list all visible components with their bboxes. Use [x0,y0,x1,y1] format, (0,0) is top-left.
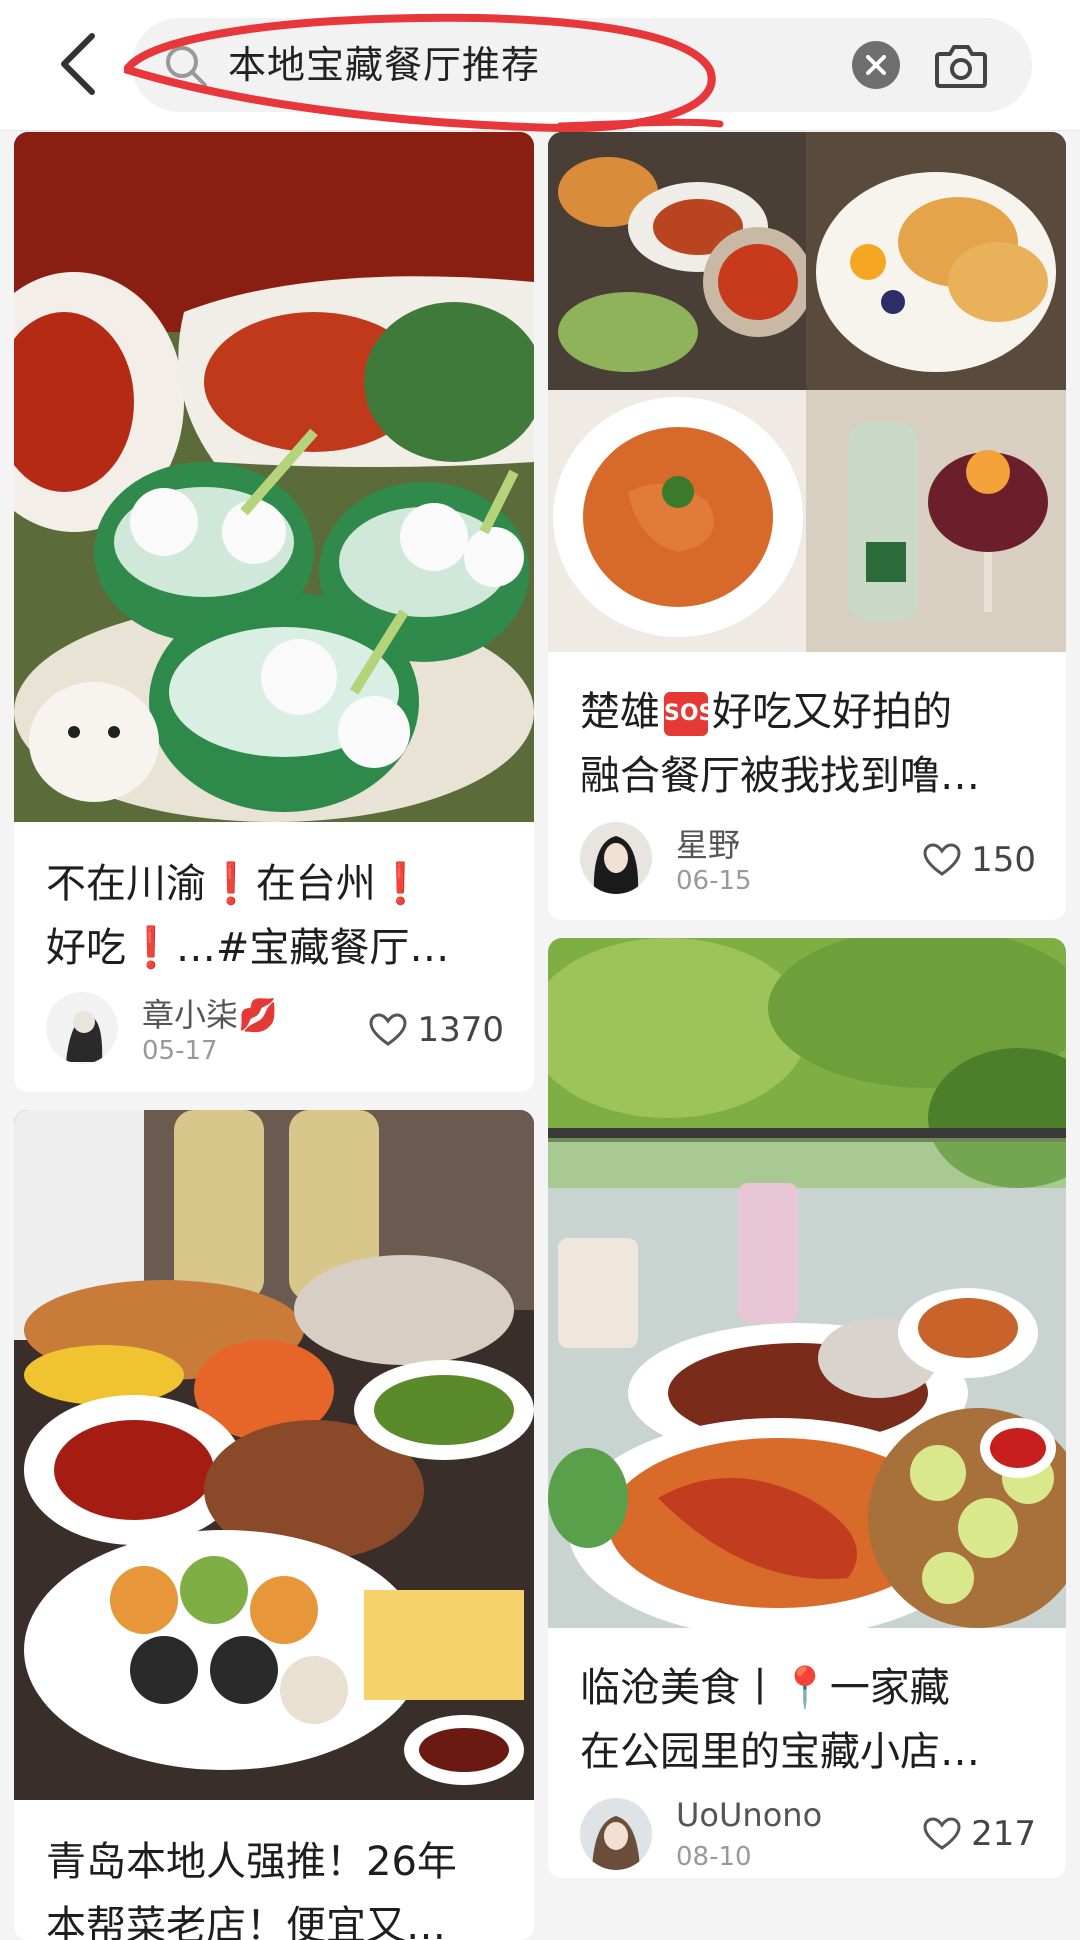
exclamation-mark: ❗ [206,861,256,907]
title-text: 临沧美食丨 [580,1665,780,1711]
heart-outline-icon [923,843,961,876]
like-count: 217 [971,1814,1036,1854]
search-header: 本地宝藏餐厅推荐 [0,0,1080,131]
lips-emoji: 💋 [238,996,278,1034]
post-date: 06-15 [676,866,752,896]
card-title: 楚雄 SOS好吃又好拍的 [580,680,1038,744]
clear-search-button[interactable] [852,41,900,89]
card-title: 好吃❗…#宝藏餐厅… [46,916,506,980]
card-image [548,938,1066,1628]
author-name[interactable]: 章小柒💋 [142,990,278,1036]
heart-outline-icon [369,1013,407,1046]
avatar[interactable] [580,822,652,894]
like-count: 150 [971,840,1036,880]
note-card[interactable]: 楚雄 SOS好吃又好拍的 融合餐厅被我找到噜… 星野 06-15 150 [548,132,1066,920]
post-date: 08-10 [676,1842,752,1872]
note-card[interactable]: 不在川渝❗在台州❗ 好吃❗…#宝藏餐厅… 章小柒💋 05-17 1370 [14,132,534,1092]
author-name[interactable]: 星野 [676,820,740,866]
chevron-left-icon [61,33,95,95]
card-image [14,1110,534,1800]
back-button[interactable] [48,28,108,100]
note-card[interactable]: 临沧美食丨📍一家藏 在公园里的宝藏小店… UoUnono 08-10 217 [548,938,1066,1878]
title-text: 一家藏 [829,1665,950,1711]
title-text: 不在川渝 [46,861,206,907]
card-title: 临沧美食丨📍一家藏 [580,1656,1038,1720]
search-input[interactable]: 本地宝藏餐厅推荐 [132,18,1032,112]
avatar[interactable] [46,992,118,1064]
exclamation-mark: ❗ [126,925,176,971]
post-date: 05-17 [142,1036,218,1066]
close-icon [866,55,886,75]
card-image [548,132,1066,652]
search-icon [166,46,207,87]
title-text: …#宝藏餐厅… [175,925,450,971]
card-title: 融合餐厅被我找到噜… [580,753,980,799]
avatar[interactable] [580,1798,652,1870]
like-count: 1370 [417,1010,504,1050]
sos-badge: SOS [664,692,714,736]
card-title: 在公园里的宝藏小店… [580,1729,980,1775]
exclamation-mark: ❗ [375,861,426,907]
note-card[interactable]: 青岛本地人强推！26年 本帮菜老店！便宜又… [14,1110,534,1940]
title-text: 好吃又好拍的 [712,689,952,735]
card-image [14,132,534,822]
title-text: 楚雄 [580,689,660,735]
heart-outline-icon [923,1817,961,1850]
title-text: 好吃 [46,925,126,971]
search-query-text: 本地宝藏餐厅推荐 [228,43,541,87]
title-text: 在台州 [255,861,376,907]
camera-icon[interactable] [934,40,988,90]
card-title: 本帮菜老店！便宜又… [46,1903,446,1940]
author-name[interactable]: UoUnono [676,1796,822,1834]
pin-icon: 📍 [780,1665,830,1711]
like-button[interactable]: 217 [923,1812,1036,1856]
card-title: 不在川渝❗在台州❗ [46,852,506,916]
card-title: 青岛本地人强推！26年 [46,1839,457,1885]
like-button[interactable]: 1370 [369,1008,504,1052]
author-text: 章小柒 [142,996,239,1034]
like-button[interactable]: 150 [923,838,1036,882]
